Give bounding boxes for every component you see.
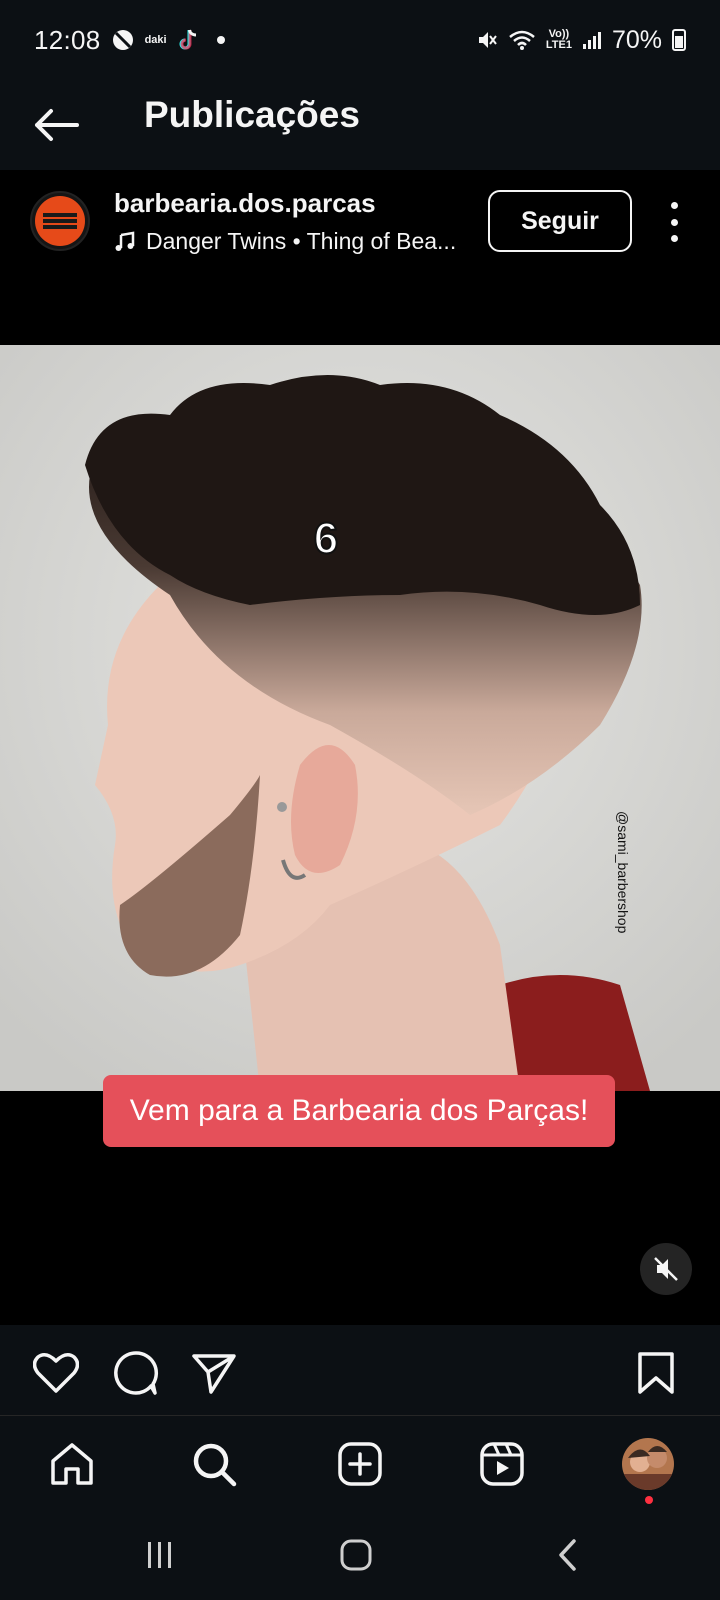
carrier-badge: daki xyxy=(144,33,167,46)
status-left: 12:08 daki xyxy=(34,25,225,56)
more-options-button[interactable] xyxy=(662,202,686,242)
follow-button[interactable]: Seguir xyxy=(488,190,632,252)
profile-notification-dot xyxy=(645,1496,653,1504)
battery-icon xyxy=(672,29,686,51)
nav-profile[interactable] xyxy=(622,1438,674,1490)
home-icon xyxy=(51,1443,93,1485)
system-nav xyxy=(0,1515,720,1600)
photo-watermark: @sami_barbershop xyxy=(615,811,631,934)
notification-dot xyxy=(216,36,225,44)
chevron-left-icon xyxy=(559,1539,576,1571)
overlay-number: 6 xyxy=(314,514,338,563)
heart-icon xyxy=(33,1353,79,1393)
send-icon xyxy=(192,1354,236,1394)
signal-icon xyxy=(582,32,601,49)
battery-percent: 70% xyxy=(611,25,662,54)
recent-apps-button[interactable] xyxy=(140,1535,180,1575)
nav-home[interactable] xyxy=(46,1438,98,1490)
post-actions xyxy=(0,1325,720,1415)
post-media[interactable]: 6 @sami_barbershop Vem para a Barbearia … xyxy=(0,345,720,1325)
post-music[interactable]: Danger Twins • Thing of Bea... xyxy=(114,228,456,255)
save-button[interactable] xyxy=(632,1349,680,1397)
mute-toggle-button[interactable] xyxy=(640,1243,692,1295)
page-title: Publicações xyxy=(144,94,360,135)
reels-icon xyxy=(480,1442,524,1486)
share-button[interactable] xyxy=(190,1349,238,1397)
status-right: Vo)) LTE1 70% xyxy=(476,26,686,55)
back-system-button[interactable] xyxy=(548,1535,588,1575)
home-system-icon xyxy=(340,1539,372,1571)
search-icon xyxy=(193,1443,237,1487)
more-dot xyxy=(670,202,678,209)
more-dot xyxy=(670,218,678,226)
arrow-left-icon xyxy=(35,109,79,141)
do-not-disturb-icon xyxy=(112,30,133,50)
post-photo: 6 xyxy=(0,345,720,1091)
music-label: Danger Twins • Thing of Bea... xyxy=(146,228,457,254)
status-time: 12:08 xyxy=(34,24,101,55)
status-bar: 12:08 daki Vo)) LTE1 70% xyxy=(0,0,720,80)
more-dot xyxy=(670,235,678,242)
nav-search[interactable] xyxy=(188,1438,240,1490)
app-header: Publicações xyxy=(0,80,720,170)
account-avatar[interactable] xyxy=(30,191,90,251)
network-indicator: Vo)) LTE1 xyxy=(545,28,572,51)
haircut-photo: 6 xyxy=(0,345,720,1091)
back-button[interactable] xyxy=(30,102,82,148)
like-button[interactable] xyxy=(32,1349,80,1397)
tiktok-icon xyxy=(179,29,196,50)
post-username[interactable]: barbearia.dos.parcas xyxy=(114,188,376,219)
mute-status-icon xyxy=(478,32,497,48)
avatar-logo xyxy=(35,196,85,246)
caption-chip: Vem para a Barbearia dos Parças! xyxy=(103,1075,615,1147)
music-note-icon xyxy=(115,231,135,251)
comment-icon xyxy=(114,1351,159,1395)
post-header: barbearia.dos.parcas Danger Twins • Thin… xyxy=(0,170,720,345)
plus-square-icon xyxy=(338,1442,382,1486)
wifi-icon xyxy=(509,30,535,50)
recent-apps-icon xyxy=(148,1542,171,1568)
profile-avatar-icon xyxy=(622,1438,674,1490)
comment-button[interactable] xyxy=(112,1349,160,1397)
speaker-muted-icon xyxy=(654,1257,678,1281)
nav-reels[interactable] xyxy=(476,1438,528,1490)
bookmark-icon xyxy=(638,1352,674,1394)
bottom-nav xyxy=(0,1415,720,1515)
nav-create[interactable] xyxy=(334,1438,386,1490)
home-system-button[interactable] xyxy=(336,1535,376,1575)
